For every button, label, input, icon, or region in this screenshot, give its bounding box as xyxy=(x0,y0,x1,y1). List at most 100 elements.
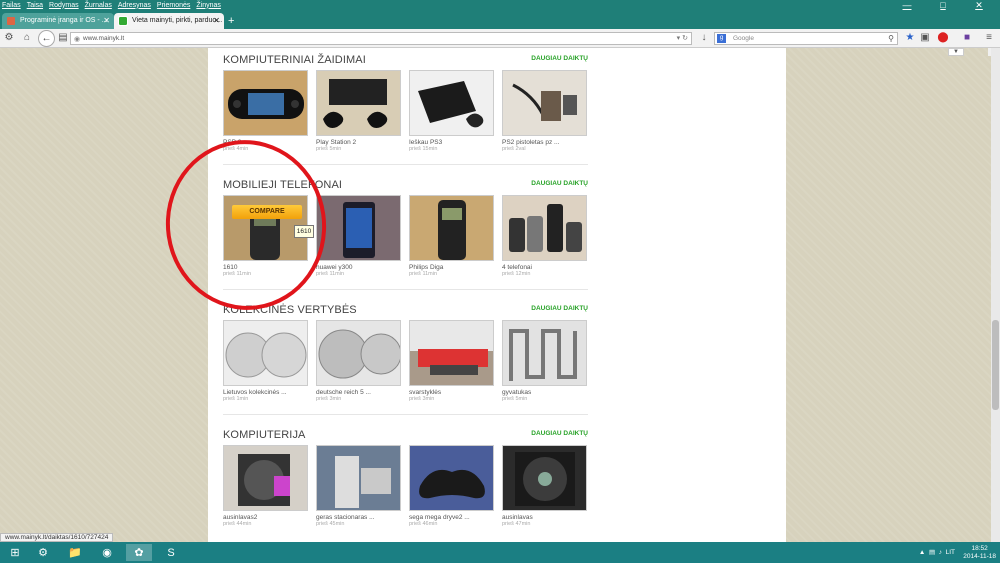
dropdown-toggle-icon[interactable]: ▼ xyxy=(948,48,964,56)
item-time: prieš 46min xyxy=(409,521,438,527)
item-photo[interactable] xyxy=(223,320,308,386)
back-button[interactable]: ← xyxy=(38,30,55,47)
item-photo[interactable] xyxy=(409,320,494,386)
more-items-link[interactable]: DAUGIAU DAIKTŲ xyxy=(531,180,588,187)
menu-item-failas[interactable]: Failas xyxy=(2,2,21,9)
item-name[interactable]: gyvatukas xyxy=(502,389,587,396)
item-photo[interactable] xyxy=(409,70,494,136)
item-photo[interactable] xyxy=(502,320,587,386)
list-item[interactable]: Philips Diga prieš 11min xyxy=(409,195,494,277)
list-item[interactable]: ausinlavas prieš 47min xyxy=(502,445,587,527)
item-photo[interactable] xyxy=(502,195,587,261)
scrollbar-thumb[interactable] xyxy=(992,320,999,410)
item-name[interactable]: Play Station 2 xyxy=(316,139,401,146)
file-explorer-icon[interactable]: 📁 xyxy=(62,544,88,561)
item-name[interactable]: Ieškau PS3 xyxy=(409,139,494,146)
maximize-icon[interactable]: □ xyxy=(928,0,958,10)
download-icon[interactable]: ↓ xyxy=(697,31,711,45)
steam-icon[interactable]: ⚙ xyxy=(30,544,56,561)
new-tab-icon[interactable]: + xyxy=(228,15,234,27)
list-item[interactable]: ausinlavas2 prieš 44min xyxy=(223,445,308,527)
item-photo[interactable] xyxy=(502,445,587,511)
item-name[interactable]: 4 telefonai xyxy=(502,264,587,271)
item-name[interactable]: Lietuvos kolekcinės ... xyxy=(223,389,308,396)
menu-item-taisa[interactable]: Taisa xyxy=(27,2,43,9)
item-name[interactable]: PS2 pistoletas pz ... xyxy=(502,139,587,146)
more-items-link[interactable]: DAUGIAU DAIKTŲ xyxy=(531,55,588,62)
item-photo[interactable] xyxy=(502,70,587,136)
item-name[interactable]: ausinlavas xyxy=(502,514,587,521)
more-items-link[interactable]: DAUGIAU DAIKTŲ xyxy=(531,305,588,312)
list-item[interactable]: Lietuvos kolekcinės ... prieš 1min xyxy=(223,320,308,402)
item-photo[interactable] xyxy=(223,445,308,511)
home-icon[interactable]: ⌂ xyxy=(20,31,34,45)
item-photo[interactable] xyxy=(223,70,308,136)
tray-arrow-icon[interactable]: ▲ xyxy=(919,549,925,556)
extension-icon[interactable]: ■ xyxy=(960,31,974,45)
skype-icon[interactable]: S xyxy=(158,544,184,561)
search-icon[interactable]: ⚲ xyxy=(888,33,894,44)
tab-programine-iranga[interactable]: Programinė įranga ir OS - ... ✕ xyxy=(2,13,114,29)
tab-mainyk[interactable]: Vieta mainyti, pirkti, parduo... ✕ xyxy=(114,13,224,29)
language-indicator[interactable]: LIT xyxy=(946,549,955,556)
list-item[interactable]: PS2 pistoletas pz ... prieš 2val xyxy=(502,70,587,152)
item-name[interactable]: deutsche reich 5 ... xyxy=(316,389,401,396)
more-items-link[interactable]: DAUGIAU DAIKTŲ xyxy=(531,430,588,437)
list-item[interactable]: huawei y300 prieš 11min xyxy=(316,195,401,277)
list-item[interactable]: gyvatukas prieš 5min xyxy=(502,320,587,402)
hamburger-menu-icon[interactable]: ≡ xyxy=(982,31,996,45)
tab-close-icon[interactable]: ✕ xyxy=(103,13,110,29)
windows-start-icon[interactable]: ⊞ xyxy=(2,544,28,561)
item-time: prieš 11min xyxy=(316,271,345,277)
item-photo[interactable] xyxy=(316,70,401,136)
adblock-icon[interactable]: ⬤ xyxy=(936,31,950,45)
list-item[interactable]: geras stacionaras ... prieš 45min xyxy=(316,445,401,527)
cooler-image xyxy=(238,454,290,506)
vertical-scrollbar[interactable] xyxy=(991,48,1000,542)
menu-bar: Failas Taisa Rodymas Žurnalas Adresynas … xyxy=(0,0,1000,10)
chrome-icon[interactable]: ◉ xyxy=(94,544,120,561)
menu-item-priemones[interactable]: Priemonės xyxy=(157,2,190,9)
volume-icon[interactable]: ♪ xyxy=(939,549,942,556)
item-name[interactable]: geras stacionaras ... xyxy=(316,514,401,521)
list-item[interactable]: 4 telefonai prieš 12min xyxy=(502,195,587,277)
clipboard-icon[interactable]: ▣ xyxy=(918,31,932,45)
list-item[interactable]: Play Station 2 prieš 5min xyxy=(316,70,401,152)
item-photo[interactable] xyxy=(409,445,494,511)
menu-item-rodymas[interactable]: Rodymas xyxy=(49,2,79,9)
bookmark-star-icon[interactable]: ★ xyxy=(903,31,917,45)
list-item[interactable]: sega mega dryve2 ... prieš 46min xyxy=(409,445,494,527)
tools-icon[interactable]: ⚙ xyxy=(2,31,16,45)
item-name[interactable]: huawei y300 xyxy=(316,264,401,271)
address-bar[interactable]: ◉ www.mainyk.lt ▾ ↻ xyxy=(70,32,692,45)
minimize-icon[interactable]: — xyxy=(892,0,922,10)
reload-icon[interactable]: ▾ ↻ xyxy=(677,33,688,44)
page-info-icon[interactable]: ▤ xyxy=(56,31,70,45)
list-item[interactable]: deutsche reich 5 ... prieš 3min xyxy=(316,320,401,402)
item-photo[interactable] xyxy=(316,320,401,386)
tab-close-icon[interactable]: ✕ xyxy=(213,13,220,29)
list-item[interactable]: svarstyklės prieš 3min xyxy=(409,320,494,402)
menu-item-adresynas[interactable]: Adresynas xyxy=(118,2,151,9)
close-icon[interactable]: ✕ xyxy=(964,0,994,10)
tab-label: Programinė įranga ir OS - ... xyxy=(20,17,108,24)
menu-item-zurnalas[interactable]: Žurnalas xyxy=(85,2,112,9)
firefox-icon[interactable]: ✿ xyxy=(126,544,152,561)
window-controls: — □ ✕ xyxy=(892,0,1000,10)
item-name[interactable]: ausinlavas2 xyxy=(223,514,308,521)
system-tray[interactable]: ▲ ▤ ♪ LIT xyxy=(919,548,955,556)
item-time: prieš 15min xyxy=(409,146,438,152)
menu-item-zinynas[interactable]: Žinynas xyxy=(196,2,221,9)
item-name[interactable]: Philips Diga xyxy=(409,264,494,271)
item-time: prieš 3min xyxy=(409,396,435,402)
search-input[interactable]: g Google ⚲ xyxy=(714,32,898,45)
item-photo[interactable] xyxy=(409,195,494,261)
ps3-image xyxy=(418,81,484,128)
item-name[interactable]: svarstyklės xyxy=(409,389,494,396)
item-name[interactable]: sega mega dryve2 ... xyxy=(409,514,494,521)
item-photo[interactable] xyxy=(316,445,401,511)
system-clock[interactable]: 18:52 2014-11-18 xyxy=(963,545,996,561)
list-item[interactable]: Ieškau PS3 prieš 15min xyxy=(409,70,494,152)
network-icon[interactable]: ▤ xyxy=(929,549,935,556)
item-photo[interactable] xyxy=(316,195,401,261)
